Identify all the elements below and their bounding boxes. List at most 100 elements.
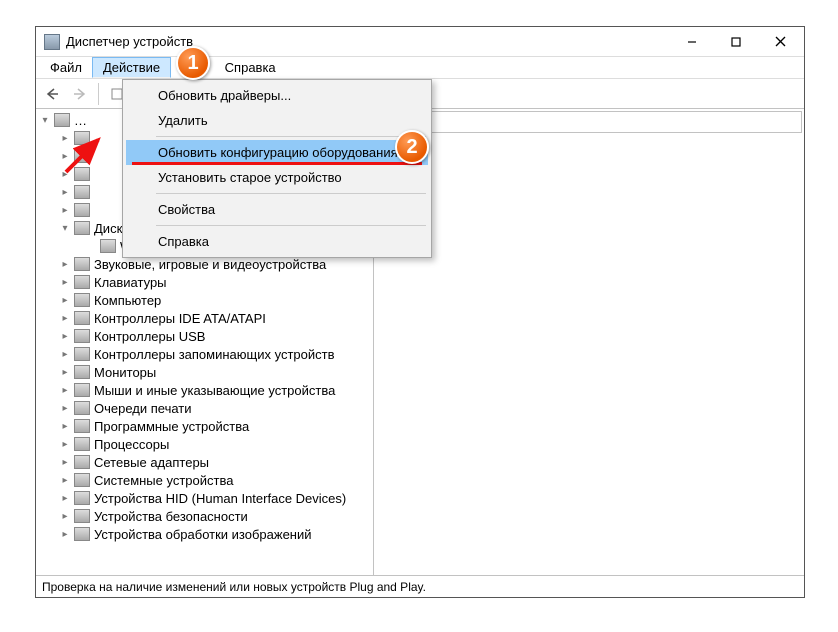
expand-icon[interactable]: ▸ (58, 473, 72, 487)
tree-label: … (74, 113, 87, 128)
expand-icon[interactable]: ▾ (38, 113, 52, 127)
system-icon (74, 473, 90, 487)
monitor-icon (74, 365, 90, 379)
tree-label: Устройства безопасности (94, 509, 248, 524)
computer-icon (54, 113, 70, 127)
tree-node-hid[interactable]: ▸ Устройства HID (Human Interface Devices… (36, 489, 373, 507)
menu-file[interactable]: Файл (40, 57, 92, 78)
tree-label: Устройства HID (Human Interface Devices) (94, 491, 346, 506)
expand-icon[interactable]: ▸ (58, 509, 72, 523)
expand-icon[interactable]: ▸ (58, 437, 72, 451)
printer-icon (74, 401, 90, 415)
app-icon (44, 34, 60, 50)
details-pane (374, 109, 804, 575)
expand-icon[interactable]: ▸ (58, 401, 72, 415)
tree-label: Звуковые, игровые и видеоустройства (94, 257, 326, 272)
tree-label: Программные устройства (94, 419, 249, 434)
details-header (376, 111, 802, 133)
tree-label: Контроллеры запоминающих устройств (94, 347, 334, 362)
tree-node-usb[interactable]: ▸ Контроллеры USB (36, 327, 373, 345)
usb-icon (74, 329, 90, 343)
menu-separator (156, 136, 426, 137)
titlebar: Диспетчер устройств (36, 27, 804, 57)
callout-number: 1 (187, 52, 198, 75)
hid-icon (74, 491, 90, 505)
menu-delete[interactable]: Удалить (126, 108, 428, 133)
menu-action[interactable]: Действие (92, 57, 171, 78)
expand-icon[interactable]: ▸ (58, 257, 72, 271)
expand-icon[interactable]: ▸ (58, 293, 72, 307)
menu-help[interactable]: Справка (215, 57, 286, 78)
network-icon (74, 455, 90, 469)
minimize-button[interactable] (670, 28, 714, 56)
action-dropdown: Обновить драйверы... Удалить Обновить ко… (122, 79, 432, 258)
controller-icon (74, 347, 90, 361)
tree-label: Процессоры (94, 437, 169, 452)
controller-icon (74, 311, 90, 325)
computer-icon (74, 293, 90, 307)
expand-icon[interactable]: ▸ (58, 491, 72, 505)
imaging-icon (74, 527, 90, 541)
tree-node-security[interactable]: ▸ Устройства безопасности (36, 507, 373, 525)
tree-node-cpus[interactable]: ▸ Процессоры (36, 435, 373, 453)
menu-properties[interactable]: Свойства (126, 197, 428, 222)
tree-node-printqueues[interactable]: ▸ Очереди печати (36, 399, 373, 417)
tree-node-keyboards[interactable]: ▸Клавиатуры (36, 273, 373, 291)
maximize-button[interactable] (714, 28, 758, 56)
cpu-icon (74, 437, 90, 451)
status-text: Проверка на наличие изменений или новых … (42, 580, 426, 594)
hdd-icon (100, 239, 116, 253)
tree-node-software[interactable]: ▸ Программные устройства (36, 417, 373, 435)
tree-label: Системные устройства (94, 473, 233, 488)
menu-help-item[interactable]: Справка (126, 229, 428, 254)
expand-icon[interactable]: ▸ (58, 347, 72, 361)
callout-1: 1 (176, 46, 210, 80)
expand-icon[interactable]: ▸ (58, 383, 72, 397)
window-title: Диспетчер устройств (66, 34, 670, 49)
tree-node-ide[interactable]: ▸ Контроллеры IDE ATA/ATAPI (36, 309, 373, 327)
tree-label: Очереди печати (94, 401, 192, 416)
expand-icon[interactable]: ▸ (58, 275, 72, 289)
tree-label: Сетевые адаптеры (94, 455, 209, 470)
toolbar-separator (98, 83, 99, 105)
forward-button[interactable] (68, 82, 92, 106)
tree-node-storage-ctrl[interactable]: ▸ Контроллеры запоминающих устройств (36, 345, 373, 363)
tree-label: Контроллеры USB (94, 329, 205, 344)
tree-label: Мыши и иные указывающие устройства (94, 383, 335, 398)
software-icon (74, 419, 90, 433)
menubar: Файл Действие Вид Справка (36, 57, 804, 79)
expand-icon[interactable]: ▸ (58, 329, 72, 343)
callout-number: 2 (406, 136, 417, 159)
expand-icon[interactable]: ▸ (58, 311, 72, 325)
tree-node-computer[interactable]: ▸ Компьютер (36, 291, 373, 309)
collapse-icon[interactable]: ▾ (58, 221, 72, 235)
tree-label: Компьютер (94, 293, 161, 308)
menu-separator (156, 193, 426, 194)
window-controls (670, 28, 802, 56)
expand-icon[interactable]: ▸ (58, 527, 72, 541)
tree-label: Мониторы (94, 365, 156, 380)
expand-icon[interactable]: ▸ (58, 455, 72, 469)
expand-icon[interactable]: ▸ (58, 365, 72, 379)
keyboard-icon (74, 275, 90, 289)
audio-icon (74, 257, 90, 271)
expand-icon[interactable]: ▸ (58, 419, 72, 433)
mouse-icon (74, 383, 90, 397)
tree-node-netadapters[interactable]: ▸ Сетевые адаптеры (36, 453, 373, 471)
menu-update-drivers[interactable]: Обновить драйверы... (126, 83, 428, 108)
statusbar: Проверка на наличие изменений или новых … (36, 575, 804, 597)
back-button[interactable] (40, 82, 64, 106)
menu-label: Обновить конфигурацию оборудования (158, 145, 398, 160)
tree-node-mice[interactable]: ▸ Мыши и иные указывающие устройства (36, 381, 373, 399)
security-icon (74, 509, 90, 523)
device-manager-window: Диспетчер устройств Файл Действие Вид Сп… (35, 26, 805, 598)
tree-node-monitors[interactable]: ▸ Мониторы (36, 363, 373, 381)
menu-separator (156, 225, 426, 226)
tree-label: Контроллеры IDE ATA/ATAPI (94, 311, 266, 326)
menu-scan-hardware[interactable]: Обновить конфигурацию оборудования (126, 140, 428, 165)
tree-node-system[interactable]: ▸ Системные устройства (36, 471, 373, 489)
menu-add-legacy[interactable]: Установить старое устройство (126, 165, 428, 190)
tree-node-imaging[interactable]: ▸Устройства обработки изображений (36, 525, 373, 543)
disk-icon (74, 221, 90, 235)
close-button[interactable] (758, 28, 802, 56)
